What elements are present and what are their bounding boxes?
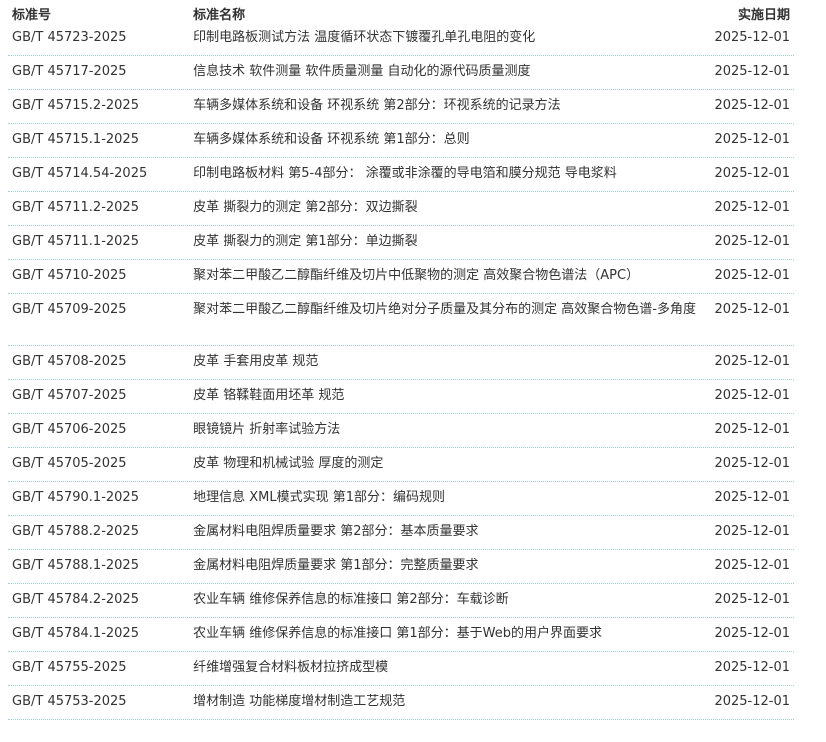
standard-code[interactable]: GB/T 45706-2025 <box>8 422 193 437</box>
standard-name-link[interactable]: 车辆多媒体系统和设备 环视系统 第2部分：环视系统的记录方法 <box>193 94 706 118</box>
standard-name-link[interactable]: 信息技术 软件测量 软件质量测量 自动化的源代码质量测度 <box>193 60 706 84</box>
standard-code[interactable]: GB/T 45723-2025 <box>8 30 193 45</box>
table-row[interactable]: GB/T 45711.2-2025 皮革 撕裂力的测定 第2部分：双边撕裂 2025… <box>8 192 794 226</box>
table-row[interactable]: GB/T 45784.2-2025 农业车辆 维修保养信息的标准接口 第2部分：车… <box>8 584 794 618</box>
table-row[interactable]: GB/T 45715.1-2025 车辆多媒体系统和设备 环视系统 第1部分：总则… <box>8 124 794 158</box>
table-row[interactable]: GB/T 45788.2-2025 金属材料电阻焊质量要求 第2部分：基本质量要求… <box>8 516 794 550</box>
table-row[interactable]: GB/T 45714.54-2025 印制电路板材料 第5-4部分： 涂覆或非涂覆… <box>8 158 794 192</box>
implementation-date: 2025-12-01 <box>714 200 791 215</box>
table-header: 标准号 标准名称 实施日期 <box>8 0 794 26</box>
standard-name-link[interactable]: 印制电路板测试方法 温度循环状态下镀覆孔单孔电阻的变化 <box>193 26 706 50</box>
table-body: GB/T 45723-2025 印制电路板测试方法 温度循环状态下镀覆孔单孔电阻的… <box>8 26 794 720</box>
implementation-date: 2025-12-01 <box>714 30 791 45</box>
header-code: 标准号 <box>12 7 52 23</box>
standard-code[interactable]: GB/T 45753-2025 <box>8 694 193 709</box>
table-row[interactable]: GB/T 45715.2-2025 车辆多媒体系统和设备 环视系统 第2部分：环视… <box>8 90 794 124</box>
standard-name-link[interactable]: 纤维增强复合材料板材拉挤成型模 <box>193 656 706 680</box>
standard-name-link[interactable]: 增材制造 功能梯度增材制造工艺规范 <box>193 690 706 714</box>
implementation-date: 2025-12-01 <box>714 132 791 147</box>
standard-code[interactable]: GB/T 45784.2-2025 <box>8 592 193 607</box>
table-row[interactable]: GB/T 45723-2025 印制电路板测试方法 温度循环状态下镀覆孔单孔电阻的… <box>8 26 794 56</box>
implementation-date: 2025-12-01 <box>714 354 791 369</box>
standard-code[interactable]: GB/T 45709-2025 <box>8 302 193 317</box>
implementation-date: 2025-12-01 <box>714 166 791 181</box>
table-row[interactable]: GB/T 45707-2025 皮革 铬鞣鞋面用坯革 规范 2025-12-01 <box>8 380 794 414</box>
standard-name-link[interactable]: 印制电路板材料 第5-4部分： 涂覆或非涂覆的导电箔和膜分规范 导电浆料 <box>193 162 706 186</box>
table-row[interactable]: GB/T 45790.1-2025 地理信息 XML模式实现 第1部分：编码规则 2… <box>8 482 794 516</box>
standard-name-link[interactable]: 金属材料电阻焊质量要求 第1部分：完整质量要求 <box>193 554 706 578</box>
table-row[interactable]: GB/T 45711.1-2025 皮革 撕裂力的测定 第1部分：单边撕裂 2025… <box>8 226 794 260</box>
standard-name-link[interactable]: 金属材料电阻焊质量要求 第2部分：基本质量要求 <box>193 520 706 544</box>
standard-code[interactable]: GB/T 45715.1-2025 <box>8 132 193 147</box>
standard-code[interactable]: GB/T 45788.2-2025 <box>8 524 193 539</box>
table-row[interactable]: GB/T 45788.1-2025 金属材料电阻焊质量要求 第1部分：完整质量要求… <box>8 550 794 584</box>
standard-name-link[interactable]: 皮革 铬鞣鞋面用坯革 规范 <box>193 384 706 408</box>
implementation-date: 2025-12-01 <box>714 234 791 249</box>
implementation-date: 2025-12-01 <box>714 98 791 113</box>
standard-code[interactable]: GB/T 45707-2025 <box>8 388 193 403</box>
implementation-date: 2025-12-01 <box>714 490 791 505</box>
header-name: 标准名称 <box>193 7 246 23</box>
table-row[interactable]: GB/T 45784.1-2025 农业车辆 维修保养信息的标准接口 第1部分：基… <box>8 618 794 652</box>
table-row[interactable]: GB/T 45753-2025 增材制造 功能梯度增材制造工艺规范 2025-12-… <box>8 686 794 720</box>
table-row[interactable]: GB/T 45706-2025 眼镜镜片 折射率试验方法 2025-12-01 <box>8 414 794 448</box>
implementation-date: 2025-12-01 <box>714 302 791 317</box>
implementation-date: 2025-12-01 <box>714 268 791 283</box>
table-row[interactable]: GB/T 45717-2025 信息技术 软件测量 软件质量测量 自动化的源代码质… <box>8 56 794 90</box>
standard-code[interactable]: GB/T 45717-2025 <box>8 64 193 79</box>
standard-name-link[interactable]: 聚对苯二甲酸乙二醇酯纤维及切片中低聚物的测定 高效聚合物色谱法（APC） <box>193 264 706 288</box>
table-row[interactable]: GB/T 45709-2025 聚对苯二甲酸乙二醇酯纤维及切片绝对分子质量及其分布… <box>8 294 794 346</box>
standard-code[interactable]: GB/T 45710-2025 <box>8 268 193 283</box>
standard-name-link[interactable]: 地理信息 XML模式实现 第1部分：编码规则 <box>193 486 706 510</box>
table-row[interactable]: GB/T 45755-2025 纤维增强复合材料板材拉挤成型模 2025-12-01 <box>8 652 794 686</box>
implementation-date: 2025-12-01 <box>714 388 791 403</box>
standard-code[interactable]: GB/T 45708-2025 <box>8 354 193 369</box>
standard-code[interactable]: GB/T 45715.2-2025 <box>8 98 193 113</box>
standard-code[interactable]: GB/T 45714.54-2025 <box>8 166 193 181</box>
standards-table: 标准号 标准名称 实施日期 GB/T 45723-2025 印制电路板测试方法 温… <box>8 0 794 720</box>
implementation-date: 2025-12-01 <box>714 456 791 471</box>
table-row[interactable]: GB/T 45710-2025 聚对苯二甲酸乙二醇酯纤维及切片中低聚物的测定 高效… <box>8 260 794 294</box>
implementation-date: 2025-12-01 <box>714 422 791 437</box>
implementation-date: 2025-12-01 <box>714 626 791 641</box>
standard-name-link[interactable]: 眼镜镜片 折射率试验方法 <box>193 418 706 442</box>
standard-code[interactable]: GB/T 45705-2025 <box>8 456 193 471</box>
table-row[interactable]: GB/T 45708-2025 皮革 手套用皮革 规范 2025-12-01 <box>8 346 794 380</box>
standard-name-link[interactable]: 皮革 物理和机械试验 厚度的测定 <box>193 452 706 476</box>
standard-name-link[interactable]: 农业车辆 维修保养信息的标准接口 第1部分：基于Web的用户界面要求 <box>193 622 706 646</box>
implementation-date: 2025-12-01 <box>714 524 791 539</box>
implementation-date: 2025-12-01 <box>714 694 791 709</box>
standard-code[interactable]: GB/T 45711.1-2025 <box>8 234 193 249</box>
standard-code[interactable]: GB/T 45790.1-2025 <box>8 490 193 505</box>
standard-name-link[interactable]: 皮革 撕裂力的测定 第1部分：单边撕裂 <box>193 230 706 254</box>
implementation-date: 2025-12-01 <box>714 592 791 607</box>
table-row[interactable]: GB/T 45705-2025 皮革 物理和机械试验 厚度的测定 2025-12-0… <box>8 448 794 482</box>
implementation-date: 2025-12-01 <box>714 660 791 675</box>
standard-name-link[interactable]: 聚对苯二甲酸乙二醇酯纤维及切片绝对分子质量及其分布的测定 高效聚合物色谱-多角度 <box>193 298 706 322</box>
standard-name-link[interactable]: 皮革 撕裂力的测定 第2部分：双边撕裂 <box>193 196 706 220</box>
standard-code[interactable]: GB/T 45711.2-2025 <box>8 200 193 215</box>
standard-name-link[interactable]: 农业车辆 维修保养信息的标准接口 第2部分：车载诊断 <box>193 588 706 612</box>
standard-code[interactable]: GB/T 45784.1-2025 <box>8 626 193 641</box>
standard-name-link[interactable]: 皮革 手套用皮革 规范 <box>193 350 706 374</box>
implementation-date: 2025-12-01 <box>714 558 791 573</box>
standard-code[interactable]: GB/T 45788.1-2025 <box>8 558 193 573</box>
implementation-date: 2025-12-01 <box>714 64 791 79</box>
header-date: 实施日期 <box>738 7 791 23</box>
standard-code[interactable]: GB/T 45755-2025 <box>8 660 193 675</box>
standard-name-link[interactable]: 车辆多媒体系统和设备 环视系统 第1部分：总则 <box>193 128 706 152</box>
